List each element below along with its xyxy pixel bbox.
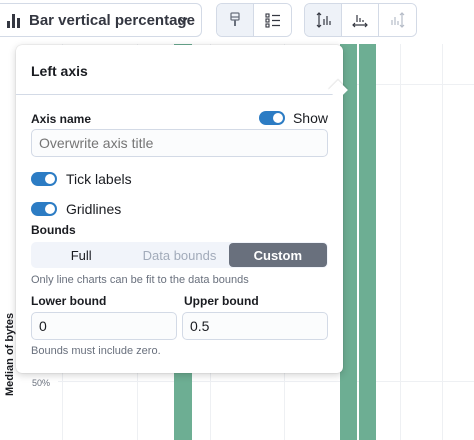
bounds-footer-text: Bounds must include zero. (31, 345, 161, 357)
style-button-group (216, 3, 292, 37)
axis-name-label: Axis name (31, 112, 92, 126)
paintbrush-icon (230, 12, 240, 26)
show-label: Show (292, 110, 328, 126)
bounds-full-button[interactable]: Full (32, 243, 130, 267)
axis-title-input[interactable] (31, 129, 328, 157)
left-axis-popover: Left axis Axis name Show Tick labels Gri… (16, 45, 348, 373)
y-axis-title: Median of bytes (4, 312, 16, 396)
bounds-custom-button[interactable]: Custom (228, 243, 327, 267)
show-axis-title-switch[interactable]: Show (258, 110, 328, 126)
toolbar: Bar vertical percentage (0, 0, 474, 44)
left-axis-icon (316, 12, 331, 28)
chart-type-label: Bar vertical percentage (29, 11, 195, 29)
bottom-axis-icon (352, 15, 368, 28)
right-axis-button[interactable] (379, 4, 416, 36)
chart-type-select[interactable]: Bar vertical percentage (0, 3, 202, 37)
gridlines-switch[interactable]: Gridlines (31, 201, 121, 217)
right-axis-icon (390, 12, 404, 28)
axis-name-row: Axis name Show (31, 110, 328, 130)
bounds-label: Bounds (31, 223, 76, 237)
toggle-switch[interactable] (31, 202, 57, 216)
chevron-down-icon (178, 17, 188, 24)
tick-labels-switch[interactable]: Tick labels (31, 171, 132, 187)
chart-bar[interactable] (359, 44, 376, 440)
toggle-switch[interactable] (31, 172, 57, 186)
appearance-button[interactable] (217, 4, 254, 36)
popover-title: Left axis (16, 45, 343, 95)
bottom-axis-button[interactable] (342, 4, 379, 36)
toggle-switch[interactable] (258, 111, 285, 125)
left-axis-button[interactable] (305, 4, 342, 36)
bar-chart-icon (7, 12, 23, 28)
upper-bound-input[interactable] (182, 312, 328, 340)
tick-labels-label: Tick labels (66, 171, 132, 187)
lower-bound-input[interactable] (31, 312, 177, 340)
legend-button[interactable] (254, 4, 291, 36)
bounds-help-text: Only line charts can be fit to the data … (31, 274, 249, 286)
list-icon (264, 13, 280, 28)
gridlines-label: Gridlines (66, 201, 122, 217)
gridline (58, 381, 474, 382)
lower-bound-label: Lower bound (31, 294, 107, 308)
axis-button-group (304, 3, 417, 37)
upper-bound-label: Upper bound (184, 294, 259, 308)
bounds-data-button: Data bounds (142, 247, 217, 263)
bounds-button-group: Full Data bounds Custom (31, 242, 328, 268)
y-tick-label: 50% (32, 378, 51, 388)
